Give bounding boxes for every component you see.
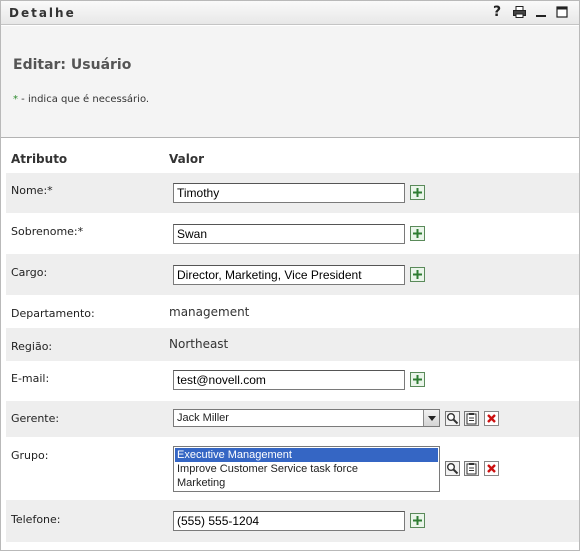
column-header-value: Valor: [169, 152, 205, 166]
add-cargo-button[interactable]: [410, 267, 425, 282]
chevron-down-icon[interactable]: [423, 410, 439, 426]
field-label-email: E-mail:: [11, 372, 50, 385]
search-icon: [444, 460, 460, 476]
search-grupo-button[interactable]: [444, 460, 460, 476]
remove-gerente-button[interactable]: [483, 410, 499, 426]
telefone-input[interactable]: (555) 555-1204: [173, 511, 405, 531]
plus-icon: [413, 516, 422, 525]
field-row-sobrenome: Sobrenome:* Swan: [6, 213, 579, 254]
form-header: Editar: Usuário * - indica que é necessá…: [1, 26, 579, 137]
plus-icon: [413, 188, 422, 197]
add-telefone-button[interactable]: [410, 513, 425, 528]
grupo-option[interactable]: Executive Management: [175, 448, 438, 462]
required-note-text: - indica que é necessário.: [18, 94, 150, 105]
field-label-gerente: Gerente:: [11, 412, 60, 425]
print-icon[interactable]: [511, 4, 527, 20]
required-note: * - indica que é necessário.: [13, 94, 149, 105]
gerente-selected-value: Jack Miller: [177, 412, 229, 424]
delete-icon: [483, 410, 499, 426]
field-label-regiao: Região:: [11, 340, 53, 353]
sobrenome-input[interactable]: Swan: [173, 224, 405, 244]
header-divider: [1, 137, 579, 138]
detail-portlet: Detalhe ? Editar: Usuário * - indica que…: [0, 0, 580, 551]
field-row-email: E-mail: test@novell.com: [6, 361, 579, 401]
add-nome-button[interactable]: [410, 185, 425, 200]
plus-icon: [413, 270, 422, 279]
minimize-icon[interactable]: [533, 4, 549, 20]
field-label-departamento: Departamento:: [11, 307, 95, 320]
field-label-cargo: Cargo:: [11, 266, 48, 279]
email-input[interactable]: test@novell.com: [173, 370, 405, 390]
regiao-value: Northeast: [169, 337, 229, 351]
add-email-button[interactable]: [410, 372, 425, 387]
add-sobrenome-button[interactable]: [410, 226, 425, 241]
grupo-option[interactable]: Improve Customer Service task force: [175, 462, 438, 476]
plus-icon: [413, 229, 422, 238]
cargo-input[interactable]: Director, Marketing, Vice President: [173, 265, 405, 285]
portlet-title: Detalhe: [9, 6, 76, 20]
plus-icon: [413, 375, 422, 384]
field-row-telefone: Telefone: (555) 555-1204: [6, 500, 579, 542]
nome-input[interactable]: Timothy: [173, 183, 405, 203]
delete-icon: [483, 460, 499, 476]
field-row-gerente: Gerente: Jack Miller: [6, 401, 579, 437]
remove-grupo-button[interactable]: [483, 460, 499, 476]
grupo-listbox[interactable]: Executive Management Improve Customer Se…: [173, 446, 440, 492]
field-row-grupo: Grupo: Executive Management Improve Cust…: [6, 437, 579, 500]
gerente-select[interactable]: Jack Miller: [173, 409, 440, 427]
field-row-regiao: Região: Northeast: [6, 328, 579, 361]
departamento-value: management: [169, 305, 250, 319]
clipboard-icon: [463, 410, 479, 426]
field-label-telefone: Telefone:: [11, 513, 61, 526]
field-row-cargo: Cargo: Director, Marketing, Vice Preside…: [6, 254, 579, 295]
field-row-departamento: Departamento: management: [6, 295, 579, 328]
field-row-nome: Nome:* Timothy: [6, 173, 579, 213]
page-title: Editar: Usuário: [13, 57, 132, 73]
search-icon: [444, 410, 460, 426]
grupo-option[interactable]: Marketing: [175, 476, 438, 490]
field-label-nome: Nome:*: [11, 184, 53, 197]
help-icon[interactable]: ?: [489, 4, 505, 20]
search-gerente-button[interactable]: [444, 410, 460, 426]
clipboard-icon: [463, 460, 479, 476]
field-label-grupo: Grupo:: [11, 449, 49, 462]
portlet-titlebar: Detalhe ?: [1, 1, 579, 25]
history-gerente-button[interactable]: [463, 410, 479, 426]
history-grupo-button[interactable]: [463, 460, 479, 476]
field-label-sobrenome: Sobrenome:*: [11, 225, 84, 238]
column-header-attribute: Atributo: [11, 152, 68, 166]
maximize-icon[interactable]: [554, 4, 570, 20]
